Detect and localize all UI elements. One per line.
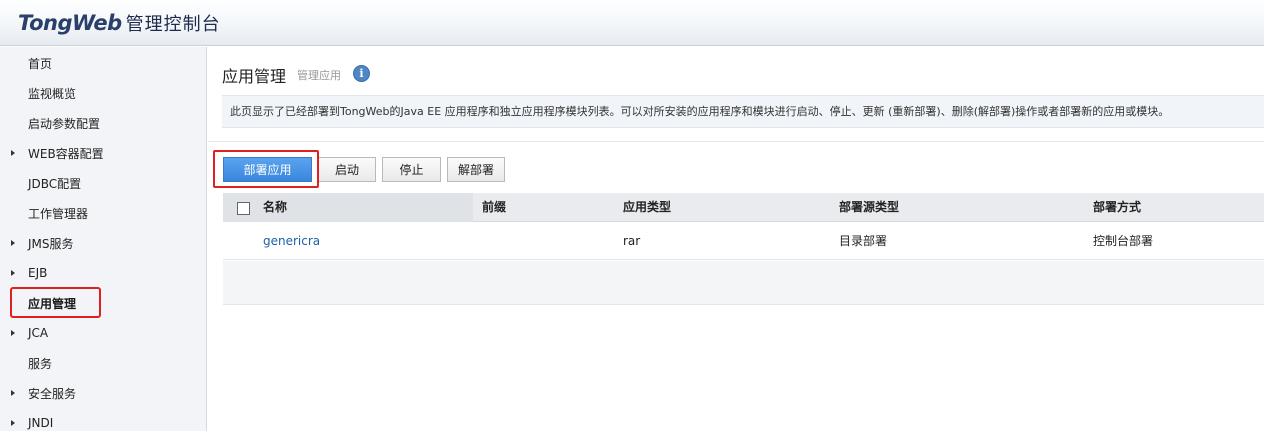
sidebar-item-label: 工作管理器 [28, 206, 89, 221]
sidebar-item-web-container[interactable]: WEB容器配置 [0, 138, 207, 168]
sidebar-item-label: 监视概览 [28, 86, 77, 101]
annotation-highlight-box [10, 287, 101, 318]
sidebar-item-label: 启动参数配置 [28, 116, 101, 131]
sidebar-item-jndi[interactable]: JNDI [0, 408, 207, 431]
info-icon[interactable]: i [353, 65, 370, 82]
page-title: 应用管理 [222, 67, 287, 86]
start-button[interactable]: 启动 [318, 157, 376, 182]
sidebar-item-jca[interactable]: JCA [0, 318, 207, 348]
expand-arrow-icon[interactable] [11, 270, 15, 276]
stop-button[interactable]: 停止 [382, 157, 441, 182]
table-header: 名称 前缀 应用类型 部署源类型 部署方式 [223, 193, 1264, 222]
expand-arrow-icon[interactable] [11, 150, 15, 156]
expand-arrow-icon[interactable] [11, 390, 15, 396]
sidebar-item-ejb[interactable]: EJB [0, 258, 207, 288]
sidebar-item-work-manager[interactable]: 工作管理器 [0, 198, 207, 228]
sidebar-item-label: JMS服务 [28, 236, 74, 251]
app-source-type: 目录部署 [839, 234, 888, 248]
sidebar-item-security[interactable]: 安全服务 [0, 378, 207, 408]
sidebar-item-services[interactable]: 服务 [0, 348, 207, 378]
logo-brand: TongWeb [18, 11, 122, 35]
column-header-name[interactable]: 名称 [263, 193, 287, 222]
table-row: genericra rar 目录部署 控制台部署 [223, 222, 1264, 260]
main-content: 应用管理 管理应用 i 此页显示了已经部署到TongWeb的Java EE 应用… [208, 47, 1264, 431]
annotation-highlight-box [213, 150, 319, 188]
sidebar-item-jms[interactable]: JMS服务 [0, 228, 207, 258]
expand-arrow-icon[interactable] [11, 420, 15, 426]
sidebar-item-label: 服务 [28, 356, 53, 371]
sidebar-item-startup-params[interactable]: 启动参数配置 [0, 108, 207, 138]
header-name-col-bg [223, 193, 473, 222]
divider [208, 141, 1264, 142]
sidebar-item-label: 首页 [28, 56, 53, 71]
expand-arrow-icon[interactable] [11, 330, 15, 336]
sidebar-item-label: WEB容器配置 [28, 146, 104, 161]
app-name-link[interactable]: genericra [263, 222, 320, 260]
table-footer [223, 261, 1264, 305]
sidebar-item-jdbc[interactable]: JDBC配置 [0, 168, 207, 198]
app-type: rar [623, 234, 641, 248]
sidebar-item-label: JCA [28, 326, 49, 340]
tongweb-logo: TongWeb 管理控制台 [18, 9, 221, 37]
sidebar-item-label: JDBC配置 [28, 176, 82, 191]
expand-arrow-icon[interactable] [11, 240, 15, 246]
column-header-deploy-method[interactable]: 部署方式 [1093, 193, 1141, 222]
logo-title: 管理控制台 [125, 14, 221, 35]
page-subtitle: 管理应用 [297, 69, 341, 82]
sidebar-item-home[interactable]: 首页 [0, 48, 207, 78]
sidebar-item-label: JNDI [28, 416, 54, 430]
column-header-prefix[interactable]: 前缀 [482, 193, 506, 222]
select-all-checkbox[interactable] [237, 202, 250, 215]
sidebar-nav: 首页 监视概览 启动参数配置 WEB容器配置 JDBC配置 工作管理器 JMS服… [0, 47, 207, 431]
undeploy-button[interactable]: 解部署 [447, 157, 505, 182]
sidebar-item-label: EJB [28, 266, 48, 280]
sidebar-item-label: 安全服务 [28, 386, 77, 401]
column-header-source-type[interactable]: 部署源类型 [839, 193, 899, 222]
sidebar-item-monitor-overview[interactable]: 监视概览 [0, 78, 207, 108]
header-bar: TongWeb 管理控制台 [0, 0, 1264, 46]
column-header-app-type[interactable]: 应用类型 [623, 193, 671, 222]
page-description: 此页显示了已经部署到TongWeb的Java EE 应用程序和独立应用程序模块列… [222, 95, 1264, 128]
app-deploy-method: 控制台部署 [1093, 234, 1154, 248]
